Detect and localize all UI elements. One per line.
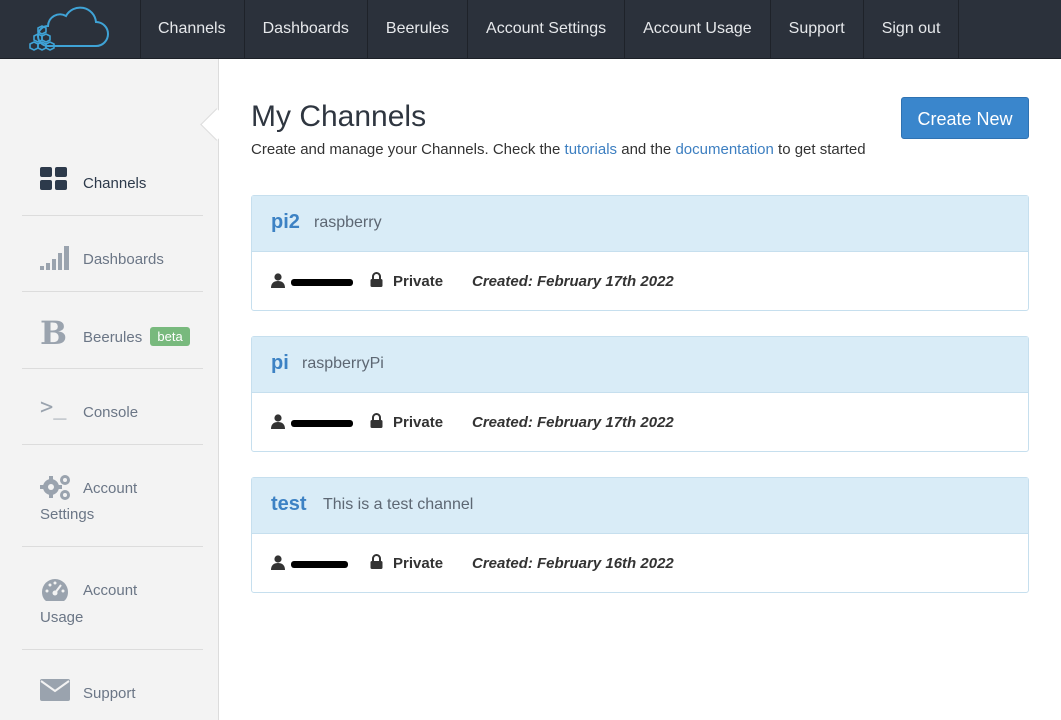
nav-account-settings[interactable]: Account Settings bbox=[468, 0, 626, 58]
channel-name-link[interactable]: test bbox=[271, 493, 307, 516]
user-icon bbox=[271, 414, 285, 429]
envelope-icon bbox=[40, 679, 70, 701]
redacted-owner bbox=[291, 279, 353, 286]
privacy-label: Private bbox=[393, 273, 444, 290]
sidebar-item-label: Beerules bbox=[83, 329, 143, 346]
sidebar-item-account-settings[interactable]: Account Settings bbox=[22, 445, 203, 547]
sidebar-item-label: Channels bbox=[83, 175, 147, 192]
sidebar-item-label-wrap: Beerules beta bbox=[83, 327, 190, 346]
beta-badge: beta bbox=[150, 327, 190, 346]
terminal-prompt-icon: >_ bbox=[40, 395, 67, 420]
lock-icon bbox=[370, 272, 383, 287]
sidebar: Channels Dashboards B Beerules beta >_ C… bbox=[0, 59, 219, 720]
redacted-owner bbox=[291, 561, 348, 568]
sidebar-item-support[interactable]: Support bbox=[22, 650, 203, 720]
nav-beerules[interactable]: Beerules bbox=[368, 0, 469, 58]
lock-icon bbox=[370, 554, 383, 569]
created-date: Created: February 17th 2022 bbox=[472, 273, 674, 290]
channel-card-header: pi raspberryPi bbox=[252, 337, 1028, 393]
nav-dashboards[interactable]: Dashboards bbox=[245, 0, 368, 58]
sidebar-item-label-line2: Settings bbox=[40, 506, 95, 523]
channel-card-header: test This is a test channel bbox=[252, 478, 1028, 534]
sidebar-item-beerules[interactable]: B Beerules beta bbox=[22, 292, 203, 369]
sidebar-item-channels[interactable]: Channels bbox=[22, 139, 203, 216]
top-navbar: Channels Dashboards Beerules Account Set… bbox=[0, 0, 1061, 59]
channel-card: pi2 raspberry Private Created: February … bbox=[251, 195, 1029, 311]
channel-card: test This is a test channel Private Crea… bbox=[251, 477, 1029, 593]
channel-card: pi raspberryPi Private Created: February… bbox=[251, 336, 1029, 452]
channel-description: raspberryPi bbox=[302, 355, 384, 372]
privacy-label: Private bbox=[393, 555, 444, 572]
signal-bars-icon bbox=[40, 246, 69, 270]
sidebar-item-label: Console bbox=[83, 404, 139, 421]
subtitle-text: to get started bbox=[773, 141, 866, 158]
page-subtitle: Create and manage your Channels. Check t… bbox=[251, 141, 866, 158]
cloud-logo-icon bbox=[29, 6, 109, 51]
user-icon bbox=[271, 273, 285, 288]
channel-card-body: Private Created: February 16th 2022 bbox=[252, 534, 1028, 593]
nav-support[interactable]: Support bbox=[771, 0, 864, 58]
privacy-label: Private bbox=[393, 414, 444, 431]
channel-card-header: pi2 raspberry bbox=[252, 196, 1028, 252]
speedometer-icon bbox=[42, 579, 68, 601]
nav-account-usage[interactable]: Account Usage bbox=[625, 0, 771, 58]
subtitle-text: Create and manage your Channels. Check t… bbox=[251, 141, 565, 158]
sidebar-item-label: Account bbox=[83, 582, 138, 599]
user-icon bbox=[271, 555, 285, 570]
tutorials-link[interactable]: tutorials bbox=[565, 141, 618, 158]
sidebar-item-account-usage[interactable]: Account Usage bbox=[22, 547, 203, 650]
subtitle-text: and the bbox=[617, 141, 676, 158]
nav-menu: Channels Dashboards Beerules Account Set… bbox=[140, 0, 960, 58]
logo[interactable] bbox=[0, 0, 141, 58]
channel-card-body: Private Created: February 17th 2022 bbox=[252, 252, 1028, 311]
create-new-button[interactable]: Create New bbox=[901, 97, 1029, 139]
sidebar-item-label: Support bbox=[83, 685, 136, 702]
created-date: Created: February 17th 2022 bbox=[472, 414, 674, 431]
beerules-b-icon: B bbox=[40, 314, 68, 352]
grid-icon bbox=[40, 167, 67, 190]
channel-name-link[interactable]: pi2 bbox=[271, 211, 300, 234]
documentation-link[interactable]: documentation bbox=[675, 141, 773, 158]
sidebar-item-console[interactable]: >_ Console bbox=[22, 369, 203, 445]
sidebar-item-dashboards[interactable]: Dashboards bbox=[22, 216, 203, 292]
channel-description: This is a test channel bbox=[323, 496, 474, 513]
sidebar-item-label: Account bbox=[83, 480, 138, 497]
gears-icon bbox=[40, 475, 70, 500]
nav-channels[interactable]: Channels bbox=[140, 0, 245, 58]
lock-icon bbox=[370, 413, 383, 428]
sidebar-item-label-line2: Usage bbox=[40, 609, 84, 626]
channel-description: raspberry bbox=[314, 214, 382, 231]
channel-name-link[interactable]: pi bbox=[271, 352, 289, 375]
redacted-owner bbox=[291, 420, 353, 427]
nav-sign-out[interactable]: Sign out bbox=[864, 0, 960, 58]
created-date: Created: February 16th 2022 bbox=[472, 555, 674, 572]
channel-card-body: Private Created: February 17th 2022 bbox=[252, 393, 1028, 452]
sidebar-item-label: Dashboards bbox=[83, 251, 164, 268]
page-title: My Channels bbox=[251, 100, 427, 133]
